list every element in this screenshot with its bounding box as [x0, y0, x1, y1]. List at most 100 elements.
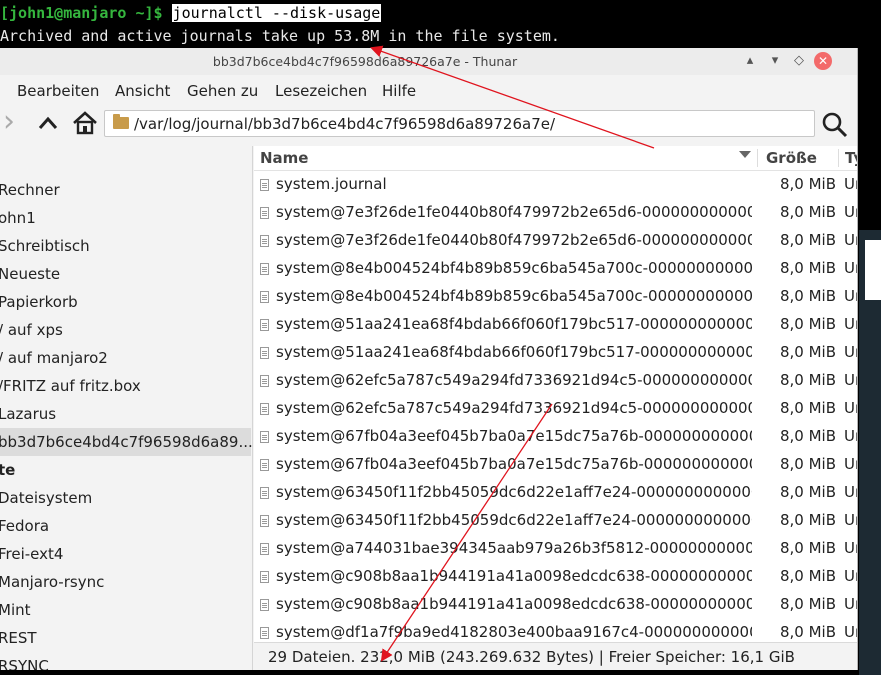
file-row[interactable]: system@63450f11f2bb45059dc6d22e1aff7e24-… [254, 507, 857, 535]
sidebar-item-manjaro2[interactable]: / auf manjaro2 [0, 344, 251, 372]
sidebar-item-frei-ext4[interactable]: Frei-ext4 [0, 540, 251, 568]
file-type: Ur [844, 343, 857, 361]
file-icon [260, 543, 269, 555]
file-type: Ur [844, 483, 857, 501]
menu-bearbeiten[interactable]: Bearbeiten [17, 82, 99, 100]
column-size[interactable]: Größe [766, 149, 817, 167]
titlebar[interactable]: bb3d7b6ce4bd4c7f96598d6a89726a7e - Thuna… [0, 48, 857, 76]
file-name: system@c908b8aa1b944191a41a0098edcdc638-… [276, 567, 752, 585]
statusbar: 29 Dateien. 232,0 MiB (243.269.632 Bytes… [254, 642, 857, 670]
file-size: 8,0 MiB [779, 371, 836, 389]
file-row[interactable]: system@c908b8aa1b944191a41a0098edcdc638-… [254, 563, 857, 591]
file-name: system@51aa241ea68f4bdab66f060f179bc517-… [276, 343, 752, 361]
file-row[interactable]: system@51aa241ea68f4bdab66f060f179bc517-… [254, 311, 857, 339]
file-row[interactable]: system@62efc5a787c549a294fd7336921d94c5-… [254, 367, 857, 395]
menu-hilfe[interactable]: Hilfe [382, 82, 416, 100]
folder-icon [113, 114, 129, 129]
desktop-window-edge [865, 240, 881, 300]
file-row[interactable]: system@7e3f26de1fe0440b80f479972b2e65d6-… [254, 199, 857, 227]
sidebar-item-fedora[interactable]: Fedora [0, 512, 251, 540]
sidebar-item-lazarus[interactable]: Lazarus [0, 400, 251, 428]
sidebar-item-neueste[interactable]: Neueste [0, 260, 251, 288]
file-name: system@8e4b004524bf4b89b859c6ba545a700c-… [276, 259, 752, 277]
column-divider[interactable] [757, 149, 758, 167]
file-name: system@7e3f26de1fe0440b80f479972b2e65d6-… [276, 203, 752, 221]
file-icon [260, 431, 269, 443]
sidebar-item-schreibtisch[interactable]: Schreibtisch [0, 232, 251, 260]
menubar: Bearbeiten Ansicht Gehen zu Lesezeichen … [0, 75, 857, 105]
toolbar: › /var/log/journal/bb3d7b6ce4bd4c7f96598… [0, 105, 857, 145]
file-type: Ur [844, 203, 857, 221]
menu-ansicht[interactable]: Ansicht [115, 82, 170, 100]
sidebar-item-xps[interactable]: / auf xps [0, 316, 251, 344]
file-name: system@63450f11f2bb45059dc6d22e1aff7e24-… [276, 483, 752, 501]
file-type: Ur [844, 259, 857, 277]
file-name: system@67fb04a3eef045b7ba0a7e15dc75a76b-… [276, 427, 752, 445]
terminal-prompt: [john1@manjaro ~]$ [0, 4, 163, 22]
file-row[interactable]: system@51aa241ea68f4bdab66f060f179bc517-… [254, 339, 857, 367]
file-row[interactable]: system@8e4b004524bf4b89b859c6ba545a700c-… [254, 283, 857, 311]
sidebar-section-header: te [0, 461, 16, 479]
file-list: Name Größe Ty system.journal8,0 MiBUr sys… [254, 146, 857, 642]
file-size: 8,0 MiB [779, 399, 836, 417]
file-name: system@51aa241ea68f4bdab66f060f179bc517-… [276, 315, 752, 333]
up-icon[interactable] [37, 113, 59, 135]
file-row[interactable]: system@7e3f26de1fe0440b80f479972b2e65d6-… [254, 227, 857, 255]
home-icon[interactable] [72, 110, 98, 136]
file-type: Ur [844, 511, 857, 529]
sidebar-item-papierkorb[interactable]: Papierkorb [0, 288, 251, 316]
file-name: system@62efc5a787c549a294fd7336921d94c5-… [276, 399, 752, 417]
search-icon[interactable] [821, 111, 849, 139]
thunar-window: bb3d7b6ce4bd4c7f96598d6a89726a7e - Thuna… [0, 48, 858, 670]
file-icon [260, 599, 269, 611]
file-row[interactable]: system@67fb04a3eef045b7ba0a7e15dc75a76b-… [254, 423, 857, 451]
maximize-icon[interactable]: ▾ [767, 53, 783, 69]
sort-descending-icon[interactable] [739, 151, 751, 158]
file-row[interactable]: system@df1a7f9ba9ed4182803e400baa9167c4-… [254, 619, 857, 642]
file-icon [260, 459, 269, 471]
menu-gehen-zu[interactable]: Gehen zu [187, 82, 258, 100]
sidebar-item-fritz[interactable]: /FRITZ auf fritz.box [0, 372, 251, 400]
sidebar-item-rsync[interactable]: RSYNC [0, 652, 251, 670]
file-row[interactable]: system@a744031bae394345aab979a26b3f5812-… [254, 535, 857, 563]
file-type: Ur [844, 315, 857, 333]
file-name: system@df1a7f9ba9ed4182803e400baa9167c4-… [276, 623, 752, 641]
file-icon [260, 487, 269, 499]
file-type: Ur [844, 371, 857, 389]
sidebar-item-mint[interactable]: Mint [0, 596, 251, 624]
location-bar[interactable]: /var/log/journal/bb3d7b6ce4bd4c7f96598d6… [104, 110, 815, 137]
file-size: 8,0 MiB [779, 455, 836, 473]
column-type[interactable]: Ty [845, 149, 857, 167]
file-name: system@a744031bae394345aab979a26b3f5812-… [276, 539, 752, 557]
minimize-icon[interactable]: ▴ [742, 53, 758, 69]
file-name: system@8e4b004524bf4b89b859c6ba545a700c-… [276, 287, 752, 305]
sidebar-item-current-folder[interactable]: bb3d7b6ce4bd4c7f96598d6a89... [0, 428, 252, 456]
file-size: 8,0 MiB [779, 567, 836, 585]
sidebar-item-rechner[interactable]: Rechner [0, 176, 251, 204]
file-row[interactable]: system@63450f11f2bb45059dc6d22e1aff7e24-… [254, 479, 857, 507]
file-row[interactable]: system@c908b8aa1b944191a41a0098edcdc638-… [254, 591, 857, 619]
file-icon [260, 263, 269, 275]
menu-lesezeichen[interactable]: Lesezeichen [275, 82, 367, 100]
window-title: bb3d7b6ce4bd4c7f96598d6a89726a7e - Thuna… [212, 54, 518, 69]
file-row[interactable]: system.journal 8,0 MiB Ur [254, 171, 857, 199]
file-type: Ur [844, 287, 857, 305]
column-name[interactable]: Name [260, 149, 308, 167]
file-size: 8,0 MiB [779, 539, 836, 557]
close-icon[interactable]: ✕ [814, 52, 832, 70]
file-type: Ur [844, 231, 857, 249]
restore-icon[interactable]: ◇ [791, 53, 807, 69]
file-row[interactable]: system@8e4b004524bf4b89b859c6ba545a700c-… [254, 255, 857, 283]
file-icon [260, 319, 269, 331]
terminal-command-line: [john1@manjaro ~]$ journalctl --disk-usa… [0, 4, 382, 22]
file-row[interactable]: system@62efc5a787c549a294fd7336921d94c5-… [254, 395, 857, 423]
terminal-command[interactable]: journalctl --disk-usage [171, 4, 382, 22]
file-row[interactable]: system@67fb04a3eef045b7ba0a7e15dc75a76b-… [254, 451, 857, 479]
column-divider[interactable] [838, 149, 839, 167]
sidebar-item-home[interactable]: ohn1 [0, 204, 251, 232]
sidebar-item-manjaro-rsync[interactable]: Manjaro-rsync [0, 568, 251, 596]
forward-icon[interactable]: › [3, 107, 15, 137]
file-icon [260, 571, 269, 583]
sidebar-item-rest[interactable]: REST [0, 624, 251, 652]
sidebar-item-dateisystem[interactable]: Dateisystem [0, 484, 251, 512]
